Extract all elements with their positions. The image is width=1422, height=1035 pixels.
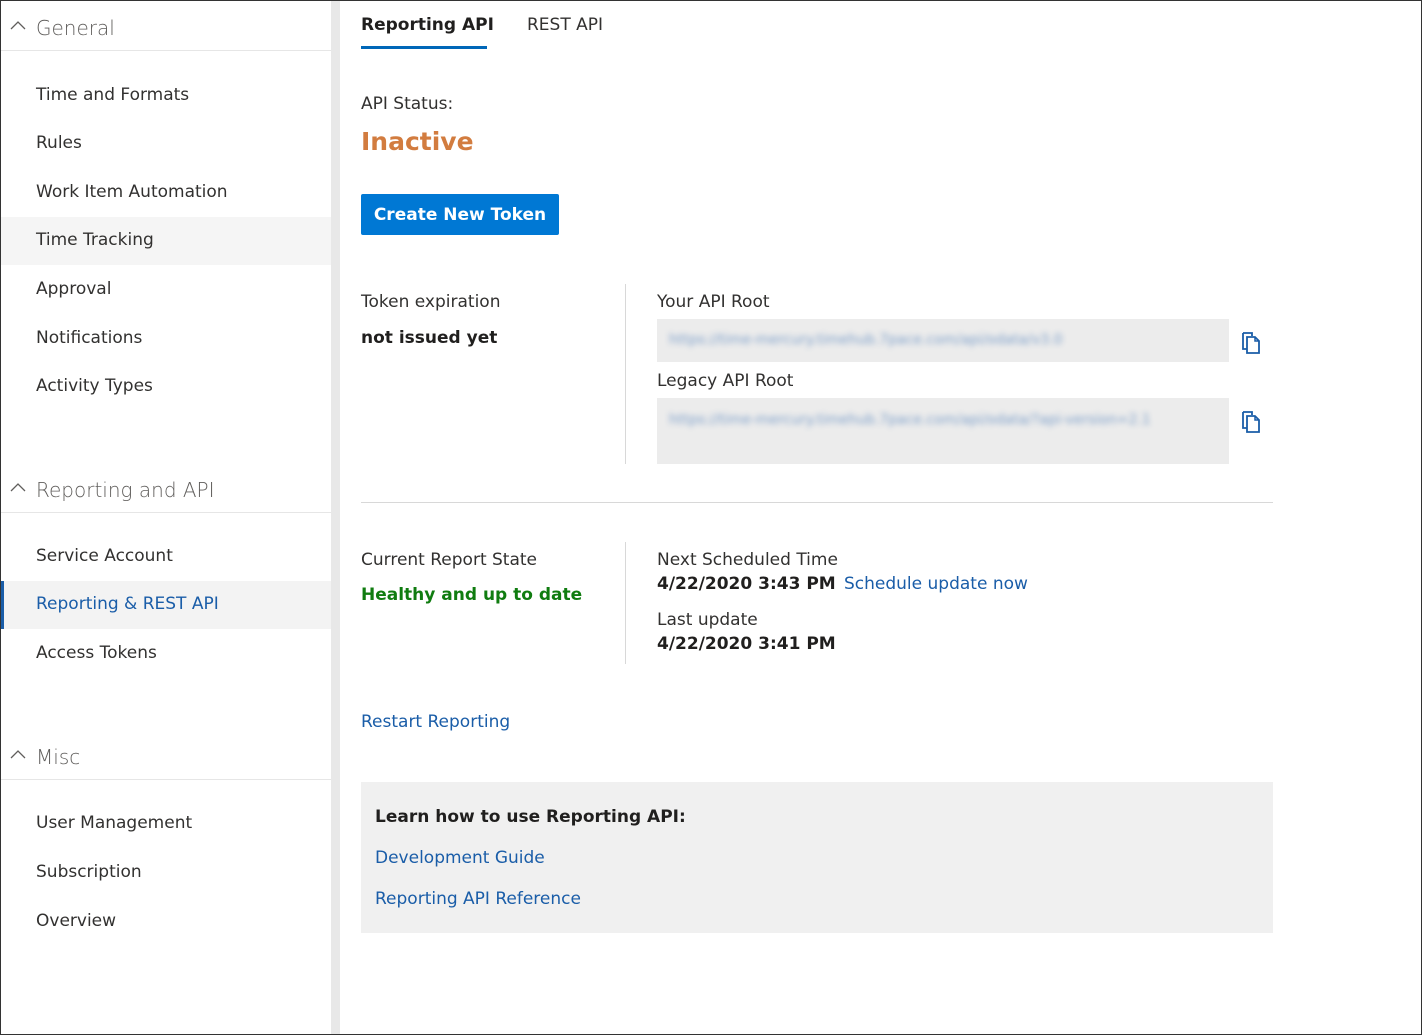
learn-panel: Learn how to use Reporting API: Developm… bbox=[361, 782, 1273, 933]
sidebar-item-overview[interactable]: Overview bbox=[1, 898, 331, 946]
copy-icon[interactable] bbox=[1240, 331, 1262, 355]
sidebar-item-label: Notifications bbox=[36, 328, 143, 348]
sidebar-item-label: Subscription bbox=[36, 862, 142, 882]
api-status-value: Inactive bbox=[361, 127, 474, 156]
learn-heading: Learn how to use Reporting API: bbox=[375, 807, 686, 827]
api-root-url: https://time-mercury.timehub.7pace.com/a… bbox=[669, 332, 1063, 348]
sidebar-item-label: Overview bbox=[36, 911, 117, 931]
sidebar-item-access-tokens[interactable]: Access Tokens bbox=[1, 630, 331, 678]
report-state-value: Healthy and up to date bbox=[361, 585, 583, 605]
vertical-divider bbox=[625, 284, 626, 464]
group-header-reporting-and-api[interactable]: Reporting and API bbox=[1, 463, 331, 513]
sidebar-item-label: Access Tokens bbox=[36, 643, 157, 663]
restart-reporting-link[interactable]: Restart Reporting bbox=[361, 712, 510, 732]
create-new-token-button[interactable]: Create New Token bbox=[361, 194, 559, 235]
api-root-field[interactable]: https://time-mercury.timehub.7pace.com/a… bbox=[657, 319, 1229, 362]
group-title: Reporting and API bbox=[36, 478, 215, 502]
sidebar-item-rules[interactable]: Rules bbox=[1, 120, 331, 168]
sidebar-item-label: Rules bbox=[36, 133, 82, 153]
chevron-up-icon bbox=[10, 21, 26, 30]
next-scheduled-value: 4/22/2020 3:43 PM bbox=[657, 574, 836, 594]
active-tab-indicator bbox=[361, 46, 487, 49]
sidebar-item-approval[interactable]: Approval bbox=[1, 266, 331, 314]
group-header-general[interactable]: General bbox=[1, 1, 331, 51]
api-status-label: API Status: bbox=[361, 94, 454, 114]
sidebar-item-user-management[interactable]: User Management bbox=[1, 800, 331, 848]
sidebar-item-label: Reporting & REST API bbox=[36, 594, 219, 614]
sidebar-item-label: Service Account bbox=[36, 546, 173, 566]
reporting-api-reference-link[interactable]: Reporting API Reference bbox=[375, 889, 581, 909]
sidebar-item-time-and-formats[interactable]: Time and Formats bbox=[1, 72, 331, 120]
sidebar-item-label: Time and Formats bbox=[36, 85, 190, 105]
last-update-value: 4/22/2020 3:41 PM bbox=[657, 634, 836, 654]
group-header-misc[interactable]: Misc bbox=[1, 730, 331, 780]
sidebar-item-work-item-automation[interactable]: Work Item Automation bbox=[1, 169, 331, 217]
sidebar-item-reporting-rest-api[interactable]: Reporting & REST API bbox=[1, 581, 331, 629]
next-scheduled-label: Next Scheduled Time bbox=[657, 550, 838, 570]
sidebar-item-label: Work Item Automation bbox=[36, 182, 228, 202]
sidebar: General Time and Formats Rules Work Item… bbox=[1, 1, 331, 1034]
api-root-label: Your API Root bbox=[657, 292, 770, 312]
chevron-up-icon bbox=[10, 483, 26, 492]
sidebar-splitter[interactable] bbox=[331, 1, 340, 1034]
development-guide-link[interactable]: Development Guide bbox=[375, 848, 545, 868]
group-title: General bbox=[36, 16, 115, 40]
group-title: Misc bbox=[36, 745, 81, 769]
sidebar-item-label: Activity Types bbox=[36, 376, 153, 396]
token-expiration-label: Token expiration bbox=[361, 292, 501, 312]
main-content: Reporting API REST API API Status: Inact… bbox=[340, 1, 1420, 1034]
sidebar-item-label: Approval bbox=[36, 279, 112, 299]
sidebar-item-activity-types[interactable]: Activity Types bbox=[1, 363, 331, 411]
copy-icon[interactable] bbox=[1240, 410, 1262, 434]
legacy-api-root-label: Legacy API Root bbox=[657, 371, 794, 391]
vertical-divider bbox=[625, 542, 626, 664]
section-divider bbox=[361, 502, 1273, 503]
token-expiration-value: not issued yet bbox=[361, 328, 498, 348]
sidebar-item-subscription[interactable]: Subscription bbox=[1, 849, 331, 897]
sidebar-item-label: User Management bbox=[36, 813, 193, 833]
report-state-label: Current Report State bbox=[361, 550, 538, 570]
last-update-label: Last update bbox=[657, 610, 758, 630]
tab-rest-api[interactable]: REST API bbox=[527, 15, 603, 35]
sidebar-item-label: Time Tracking bbox=[36, 230, 154, 250]
legacy-api-root-field[interactable]: https://time-mercury.timehub.7pace.com/a… bbox=[657, 398, 1229, 464]
sidebar-item-time-tracking[interactable]: Time Tracking bbox=[1, 217, 331, 265]
schedule-update-now-link[interactable]: Schedule update now bbox=[844, 574, 1028, 594]
tab-reporting-api[interactable]: Reporting API bbox=[361, 15, 494, 35]
legacy-api-root-url: https://time-mercury.timehub.7pace.com/a… bbox=[669, 412, 1151, 428]
create-new-token-label: Create New Token bbox=[373, 204, 547, 225]
sidebar-item-notifications[interactable]: Notifications bbox=[1, 315, 331, 363]
chevron-up-icon bbox=[10, 750, 26, 759]
sidebar-item-service-account[interactable]: Service Account bbox=[1, 533, 331, 581]
